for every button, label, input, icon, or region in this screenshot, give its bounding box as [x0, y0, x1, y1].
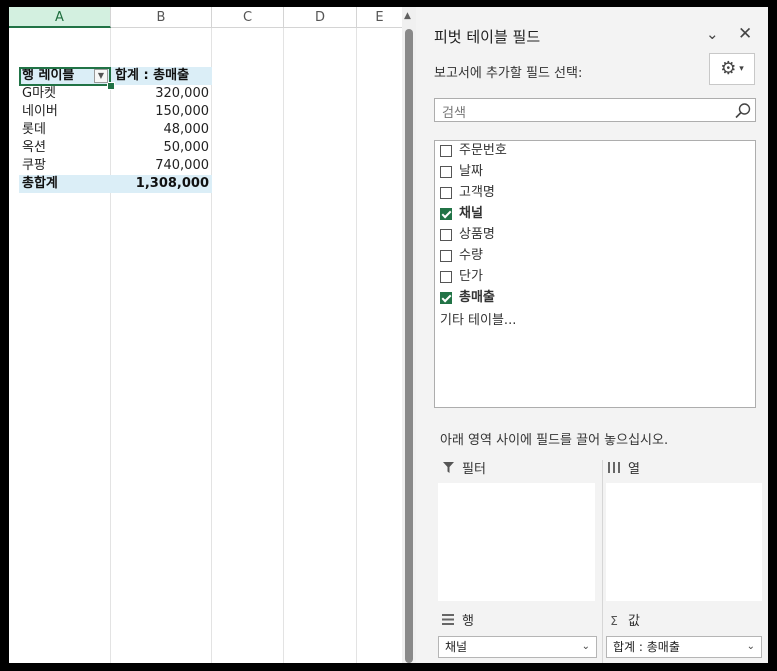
field-checkbox[interactable]	[440, 250, 452, 262]
column-header-e[interactable]: E	[357, 7, 402, 28]
pivot-row-label[interactable]: G마켓	[19, 85, 111, 103]
close-icon[interactable]: ✕	[738, 24, 752, 44]
field-checkbox[interactable]	[440, 145, 452, 157]
rows-field-dropdown[interactable]: 채널 ⌄	[438, 636, 597, 658]
column-header-a[interactable]: A	[9, 7, 111, 28]
pivot-row-value[interactable]: 48,000	[111, 121, 212, 139]
column-header-b[interactable]: B	[111, 7, 212, 28]
app-frame: A B C D E 행 레이블 합계 : 총매출 ▼ G마켓 320,000 네…	[9, 7, 768, 663]
gridline	[283, 28, 284, 663]
pivot-row-label[interactable]: 롯데	[19, 121, 111, 139]
columns-area-header: 열	[606, 459, 640, 479]
rows-icon	[440, 611, 456, 631]
pivot-row-label[interactable]: 네이버	[19, 103, 111, 121]
field-checkbox[interactable]	[440, 166, 452, 178]
drag-hint: 아래 영역 사이에 필드를 끌어 놓으십시오.	[440, 433, 669, 448]
choose-fields-label: 보고서에 추가할 필드 선택:	[434, 66, 583, 81]
area-divider	[602, 460, 603, 663]
sigma-icon: Σ	[610, 614, 618, 628]
filter-drop-area[interactable]	[438, 483, 595, 601]
pivot-row-value[interactable]: 150,000	[111, 103, 212, 121]
scrollbar-thumb[interactable]	[405, 29, 413, 663]
gear-icon: ⚙	[720, 58, 737, 79]
values-area-header: Σ값	[606, 611, 640, 631]
field-checkbox[interactable]	[440, 271, 452, 283]
search-placeholder: 검색	[442, 106, 466, 121]
scroll-up-arrow-icon[interactable]: ▲	[404, 11, 411, 21]
field-checkbox-checked[interactable]	[440, 208, 452, 220]
field-search-input[interactable]: 검색	[434, 98, 756, 122]
pane-title: 피벗 테이블 필드	[434, 28, 541, 46]
chevron-down-icon: ⌄	[581, 641, 590, 652]
pivot-table-fields-pane: 피벗 테이블 필드 ⌄ ✕ 보고서에 추가할 필드 선택: ⚙ ▾ 검색 주문번…	[416, 7, 768, 663]
filter-icon	[440, 459, 456, 479]
field-list[interactable]: 주문번호 날짜 고객명 채널 상품명 수량 단가 총매출 기타 테이블...	[434, 140, 756, 408]
values-field-dropdown[interactable]: 합계 : 총매출 ⌄	[606, 636, 762, 658]
pivot-row-value[interactable]: 320,000	[111, 85, 212, 103]
pivot-row-label[interactable]: 쿠팡	[19, 157, 111, 175]
pivot-grand-total-label[interactable]: 총합계	[19, 175, 111, 193]
pivot-row-value[interactable]: 50,000	[111, 139, 212, 157]
chevron-down-icon[interactable]: ⌄	[706, 25, 719, 43]
pivot-row-label[interactable]: 옥션	[19, 139, 111, 157]
gridline	[356, 28, 357, 663]
column-header-d[interactable]: D	[284, 7, 357, 28]
filter-area-header: 필터	[440, 459, 486, 479]
row-label-filter-dropdown[interactable]: ▼	[94, 69, 108, 83]
column-header-c[interactable]: C	[212, 7, 284, 28]
columns-icon	[606, 459, 622, 479]
caret-down-icon: ▾	[736, 64, 744, 74]
vertical-scrollbar[interactable]: ▲	[402, 7, 416, 663]
field-checkbox[interactable]	[440, 187, 452, 199]
rows-area-header: 행	[440, 611, 474, 631]
field-checkbox[interactable]	[440, 229, 452, 241]
tools-button[interactable]: ⚙ ▾	[709, 53, 755, 85]
pivot-value-header[interactable]: 합계 : 총매출	[111, 67, 212, 85]
columns-drop-area[interactable]	[606, 483, 762, 601]
pivot-row-value[interactable]: 740,000	[111, 157, 212, 175]
worksheet-grid[interactable]: A B C D E 행 레이블 합계 : 총매출 ▼ G마켓 320,000 네…	[9, 7, 402, 663]
field-checkbox-checked[interactable]	[440, 292, 452, 304]
pivot-grand-total-value[interactable]: 1,308,000	[111, 175, 212, 193]
chevron-down-icon: ⌄	[746, 641, 755, 652]
search-icon[interactable]	[733, 101, 753, 121]
